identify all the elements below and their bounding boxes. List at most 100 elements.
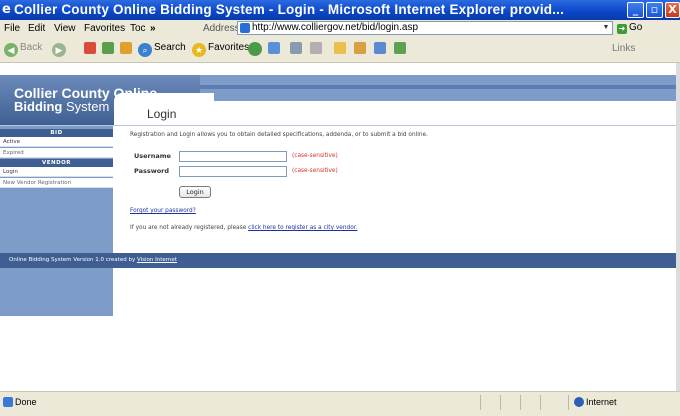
search-icon: ⌕	[138, 43, 152, 57]
sidebar-item-expired[interactable]: Expired	[0, 148, 113, 158]
research-button[interactable]	[374, 42, 386, 55]
sidebar-item-new-vendor-registration[interactable]: New Vendor Registration	[0, 178, 113, 188]
chevron-down-icon[interactable]: ▼	[601, 23, 611, 33]
mail-icon	[268, 42, 280, 54]
back-arrow-icon: ◀	[4, 43, 18, 57]
login-content: Registration and Login allows you to obt…	[113, 126, 676, 316]
page-viewport: Collier County Online Bidding System Log…	[0, 63, 676, 391]
close-button[interactable]: X	[665, 2, 680, 18]
address-label: Address	[203, 23, 240, 34]
menu-file[interactable]: File	[4, 23, 20, 34]
messenger-icon	[354, 42, 366, 54]
history-button[interactable]	[248, 42, 262, 56]
sidebar-item-login[interactable]: Login	[0, 167, 113, 177]
stop-icon	[84, 42, 96, 54]
status-panel	[480, 395, 481, 410]
footer-text: Online Bidding System Version 1.0 create…	[9, 253, 177, 268]
maximize-icon: ▫	[650, 3, 659, 16]
password-case-note: (case-sensitive)	[292, 168, 338, 174]
favorites-star-icon: ★	[192, 43, 206, 57]
discuss-button[interactable]	[334, 42, 346, 55]
username-case-note: (case-sensitive)	[292, 153, 338, 159]
extra-button[interactable]	[394, 42, 406, 55]
banner-tab-strip	[120, 101, 676, 125]
refresh-button[interactable]	[102, 42, 114, 55]
internet-zone-icon	[574, 397, 584, 407]
maximize-button[interactable]: ▫	[646, 2, 663, 18]
home-button[interactable]	[120, 42, 132, 55]
messenger-button[interactable]	[354, 42, 366, 55]
minimize-icon: _	[632, 3, 639, 16]
go-arrow-icon: ➜	[617, 24, 627, 34]
status-panel	[520, 395, 521, 410]
site-footer: Online Bidding System Version 1.0 create…	[0, 253, 676, 268]
toolbar: ◀ Back ▶ ⌕ Search ★ Favorites Links	[0, 37, 680, 63]
password-label: Password	[134, 167, 170, 175]
forgot-password-link[interactable]: Forgot your password?	[130, 208, 196, 214]
register-vendor-link[interactable]: click here to register as a city vendor.	[248, 225, 357, 231]
username-label: Username	[134, 152, 171, 160]
security-zone-text: Internet	[586, 397, 617, 407]
sidebar-item-active[interactable]: Active	[0, 137, 113, 147]
minimize-button[interactable]: _	[627, 2, 644, 18]
page-title: Login	[147, 107, 177, 121]
banner-line	[200, 85, 676, 89]
go-button[interactable]: ➜ Go	[617, 22, 642, 34]
close-icon: X	[668, 3, 677, 16]
back-button[interactable]: ◀ Back	[4, 42, 42, 57]
register-text: If you are not already registered, pleas…	[130, 225, 357, 231]
refresh-icon	[102, 42, 114, 54]
favorites-label: Favorites	[208, 42, 250, 53]
menu-view[interactable]: View	[54, 23, 76, 34]
page-icon	[240, 23, 250, 33]
register-prefix: If you are not already registered, pleas…	[130, 225, 249, 231]
username-input[interactable]	[179, 151, 287, 162]
footer-version-text: Online Bidding System Version 1.0 create…	[9, 257, 137, 263]
edit-button[interactable]	[310, 42, 322, 55]
address-url[interactable]: http://www.colliergov.net/bid/login.asp	[252, 22, 418, 33]
menu-favorites[interactable]: Favorites	[84, 23, 125, 34]
window-title-bar[interactable]: e Collier County Online Bidding System -…	[0, 0, 680, 20]
search-label: Search	[154, 42, 186, 53]
sidebar-header-vendor: VENDOR	[0, 159, 113, 167]
status-bar: Done Internet	[0, 391, 680, 416]
status-panel	[500, 395, 501, 410]
links-label[interactable]: Links	[612, 43, 635, 54]
forward-button[interactable]: ▶	[52, 42, 66, 57]
stop-button[interactable]	[84, 42, 96, 55]
forward-arrow-icon: ▶	[52, 43, 66, 57]
print-button[interactable]	[290, 42, 302, 55]
menu-bar: File Edit View Favorites Toc » Address h…	[0, 20, 680, 38]
banner-top-strip	[0, 63, 676, 75]
brand-bidding: Bidding	[14, 99, 63, 114]
back-label: Back	[20, 42, 43, 53]
password-input[interactable]	[179, 166, 287, 177]
sidebar: BID Active Expired VENDOR Login New Vend…	[0, 126, 113, 316]
status-text: Done	[15, 397, 37, 407]
history-icon	[248, 42, 262, 56]
menu-overflow-chevron-icon[interactable]: »	[150, 23, 156, 34]
site-brand-line2: Bidding System	[14, 99, 109, 114]
status-panel	[568, 395, 569, 410]
login-intro-text: Registration and Login allows you to obt…	[130, 132, 428, 138]
sidebar-header-bid: BID	[0, 129, 113, 137]
footer-vendor-link[interactable]: Vision Internet	[137, 257, 177, 263]
go-label: Go	[629, 22, 643, 33]
edit-icon	[310, 42, 322, 54]
vertical-scrollbar[interactable]	[676, 63, 680, 391]
folder-icon	[334, 42, 346, 54]
menu-edit[interactable]: Edit	[28, 23, 45, 34]
mail-button[interactable]	[268, 42, 280, 55]
extra-icon	[394, 42, 406, 54]
login-button[interactable]: Login	[179, 186, 211, 198]
address-bar[interactable]: http://www.colliergov.net/bid/login.asp …	[237, 21, 613, 35]
page-done-icon	[3, 397, 13, 407]
print-icon	[290, 42, 302, 54]
menu-tools[interactable]: Toc	[130, 23, 146, 34]
site-banner: Collier County Online Bidding System Log…	[0, 63, 676, 125]
search-button[interactable]: ⌕ Search	[138, 42, 186, 57]
favorites-button[interactable]: ★ Favorites	[192, 42, 249, 57]
window-title: Collier County Online Bidding System - L…	[14, 2, 565, 17]
brand-system: System	[62, 99, 110, 114]
status-panel	[540, 395, 541, 410]
